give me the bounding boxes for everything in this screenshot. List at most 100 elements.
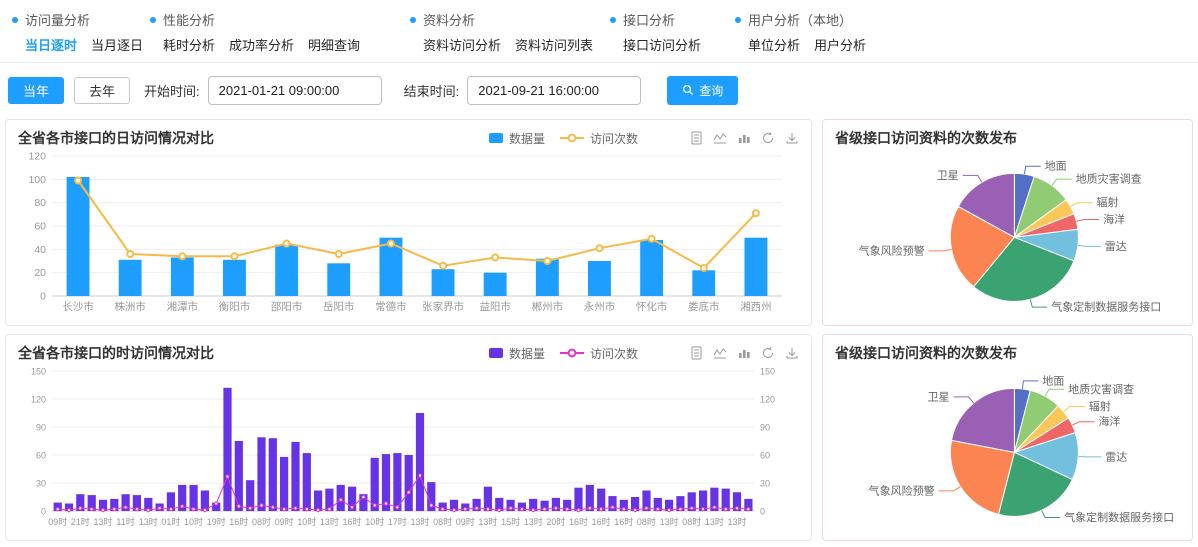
nav-item-unit-analysis[interactable]: 单位分析	[748, 35, 800, 54]
nav-item-success-rate[interactable]: 成功率分析	[229, 35, 294, 54]
svg-text:邵阳市: 邵阳市	[271, 300, 303, 313]
top-navigation: 访问量分析 当日逐时 当月逐日 性能分析 耗时分析 成功率分析 明细查询 资料分…	[0, 0, 1198, 63]
svg-text:湘潭市: 湘潭市	[167, 300, 199, 313]
nav-item-user-analysis[interactable]: 用户分析	[814, 35, 866, 54]
hourly-chart-title: 全省各市接口的时访问情况对比	[18, 343, 214, 363]
nav-group-traffic: 访问量分析 当日逐时 当月逐日	[12, 10, 157, 54]
svg-text:100: 100	[28, 174, 46, 186]
bar-chart-icon[interactable]	[737, 346, 751, 360]
this-year-button[interactable]: 当年	[8, 77, 64, 104]
svg-text:20时: 20时	[546, 516, 565, 527]
svg-text:辐射: 辐射	[1089, 399, 1111, 413]
line-legend-icon	[559, 132, 585, 144]
svg-text:衡阳市: 衡阳市	[219, 300, 251, 313]
svg-text:16时: 16时	[614, 516, 633, 527]
svg-text:40: 40	[34, 244, 46, 256]
hourly-chart-legend: 数据量 访问次数	[474, 345, 638, 362]
svg-text:地面: 地面	[1042, 374, 1064, 387]
nav-item-daily-month[interactable]: 当月逐日	[91, 35, 143, 54]
restore-icon[interactable]	[761, 131, 775, 145]
nav-item-hourly-today[interactable]: 当日逐时	[25, 35, 77, 54]
svg-text:长沙市: 长沙市	[62, 300, 94, 313]
svg-text:13时: 13时	[93, 516, 112, 527]
svg-text:60: 60	[34, 221, 46, 233]
bullet-icon	[735, 17, 741, 23]
legend-item-databar[interactable]: 数据量	[488, 130, 545, 147]
hourly-chart-card: 全省各市接口的时访问情况对比 数据量 访问次数	[5, 334, 812, 541]
chart-toolbox	[690, 131, 799, 145]
nav-item-data-access-analysis[interactable]: 资料访问分析	[423, 35, 501, 54]
svg-text:60: 60	[760, 451, 770, 461]
svg-text:80: 80	[34, 197, 46, 209]
svg-text:岳阳市: 岳阳市	[323, 300, 355, 313]
svg-text:海洋: 海洋	[1103, 212, 1125, 226]
data-view-icon[interactable]	[690, 131, 703, 145]
province-pie-card-bottom: 省级接口访问资料的次数发布 地面地质灾害调查辐射海洋雷达气象定制数据服务接口气象…	[822, 334, 1193, 541]
svg-text:湘西州: 湘西州	[740, 300, 772, 313]
svg-text:10时: 10时	[184, 516, 203, 527]
bullet-icon	[150, 17, 156, 23]
hourly-bar-line-chart[interactable]: 0030306060909012012015015009时21时13时11时13…	[18, 363, 796, 531]
daily-chart-legend: 数据量 访问次数	[474, 130, 638, 147]
dashboard-main: 全省各市接口的日访问情况对比 数据量 访问次数	[0, 117, 1198, 541]
legend-item-databar[interactable]: 数据量	[488, 345, 545, 362]
bar-legend-icon	[488, 347, 504, 359]
svg-text:雷达: 雷达	[1105, 240, 1127, 253]
start-time-input[interactable]	[208, 76, 382, 105]
svg-text:19时: 19时	[207, 516, 226, 527]
nav-item-data-access-list[interactable]: 资料访问列表	[515, 35, 593, 54]
restore-icon[interactable]	[761, 346, 775, 360]
svg-text:150: 150	[31, 367, 46, 377]
nav-group-title: 用户分析（本地）	[748, 10, 852, 29]
svg-text:气象风险预警: 气象风险预警	[859, 243, 925, 257]
svg-text:地质灾害调查: 地质灾害调查	[1068, 382, 1134, 396]
end-time-input[interactable]	[467, 76, 641, 105]
svg-text:怀化市: 怀化市	[636, 300, 668, 313]
line-chart-icon[interactable]	[713, 346, 727, 360]
start-time-label: 开始时间:	[144, 81, 200, 100]
svg-text:17时: 17时	[388, 516, 407, 527]
svg-text:16时: 16时	[569, 516, 588, 527]
svg-text:08时: 08时	[252, 516, 271, 527]
svg-text:永州市: 永州市	[584, 300, 616, 313]
last-year-button[interactable]: 去年	[74, 77, 130, 104]
province-access-pie-chart[interactable]: 地面地质灾害调查辐射海洋雷达气象定制数据服务接口气象风险预警卫星	[835, 150, 1180, 318]
svg-text:120: 120	[28, 151, 46, 163]
line-chart-icon[interactable]	[713, 131, 727, 145]
svg-text:气象风险预警: 气象风险预警	[869, 483, 935, 497]
bullet-icon	[410, 17, 416, 23]
bar-chart-icon[interactable]	[737, 131, 751, 145]
svg-text:10时: 10时	[365, 516, 384, 527]
svg-text:90: 90	[760, 423, 770, 433]
nav-item-interface-access[interactable]: 接口访问分析	[623, 35, 701, 54]
province-pie-card-top: 省级接口访问资料的次数发布 地面地质灾害调查辐射海洋雷达气象定制数据服务接口气象…	[822, 119, 1193, 326]
province-access-pie-chart[interactable]: 地面地质灾害调查辐射海洋雷达气象定制数据服务接口气象风险预警卫星	[835, 365, 1180, 533]
svg-text:21时: 21时	[71, 516, 90, 527]
bullet-icon	[610, 17, 616, 23]
svg-text:30: 30	[36, 479, 46, 489]
svg-text:11时: 11时	[116, 516, 134, 527]
legend-item-visits[interactable]: 访问次数	[559, 345, 638, 362]
svg-text:16时: 16时	[342, 516, 361, 527]
svg-text:01时: 01时	[161, 516, 180, 527]
search-button[interactable]: 查询	[667, 76, 738, 105]
nav-item-detail-query[interactable]: 明细查询	[308, 35, 360, 54]
daily-bar-line-chart[interactable]: 020406080100120长沙市株洲市湘潭市衡阳市邵阳市岳阳市常德市张家界市…	[18, 148, 796, 316]
nav-item-time-cost[interactable]: 耗时分析	[163, 35, 215, 54]
svg-text:09时: 09时	[48, 516, 67, 527]
download-icon[interactable]	[785, 131, 799, 145]
svg-text:卫星: 卫星	[928, 390, 950, 403]
svg-text:15时: 15时	[501, 516, 520, 527]
svg-text:常德市: 常德市	[375, 300, 407, 313]
chart-toolbox	[690, 346, 799, 360]
nav-group-performance: 性能分析 耗时分析 成功率分析 明细查询	[150, 10, 374, 54]
svg-text:13时: 13时	[410, 516, 429, 527]
svg-text:120: 120	[31, 395, 46, 405]
svg-text:13时: 13时	[660, 516, 679, 527]
legend-item-visits[interactable]: 访问次数	[559, 130, 638, 147]
download-icon[interactable]	[785, 346, 799, 360]
svg-text:13时: 13时	[727, 516, 746, 527]
data-view-icon[interactable]	[690, 346, 703, 360]
svg-text:09时: 09时	[456, 516, 475, 527]
svg-text:株洲市: 株洲市	[114, 300, 146, 313]
